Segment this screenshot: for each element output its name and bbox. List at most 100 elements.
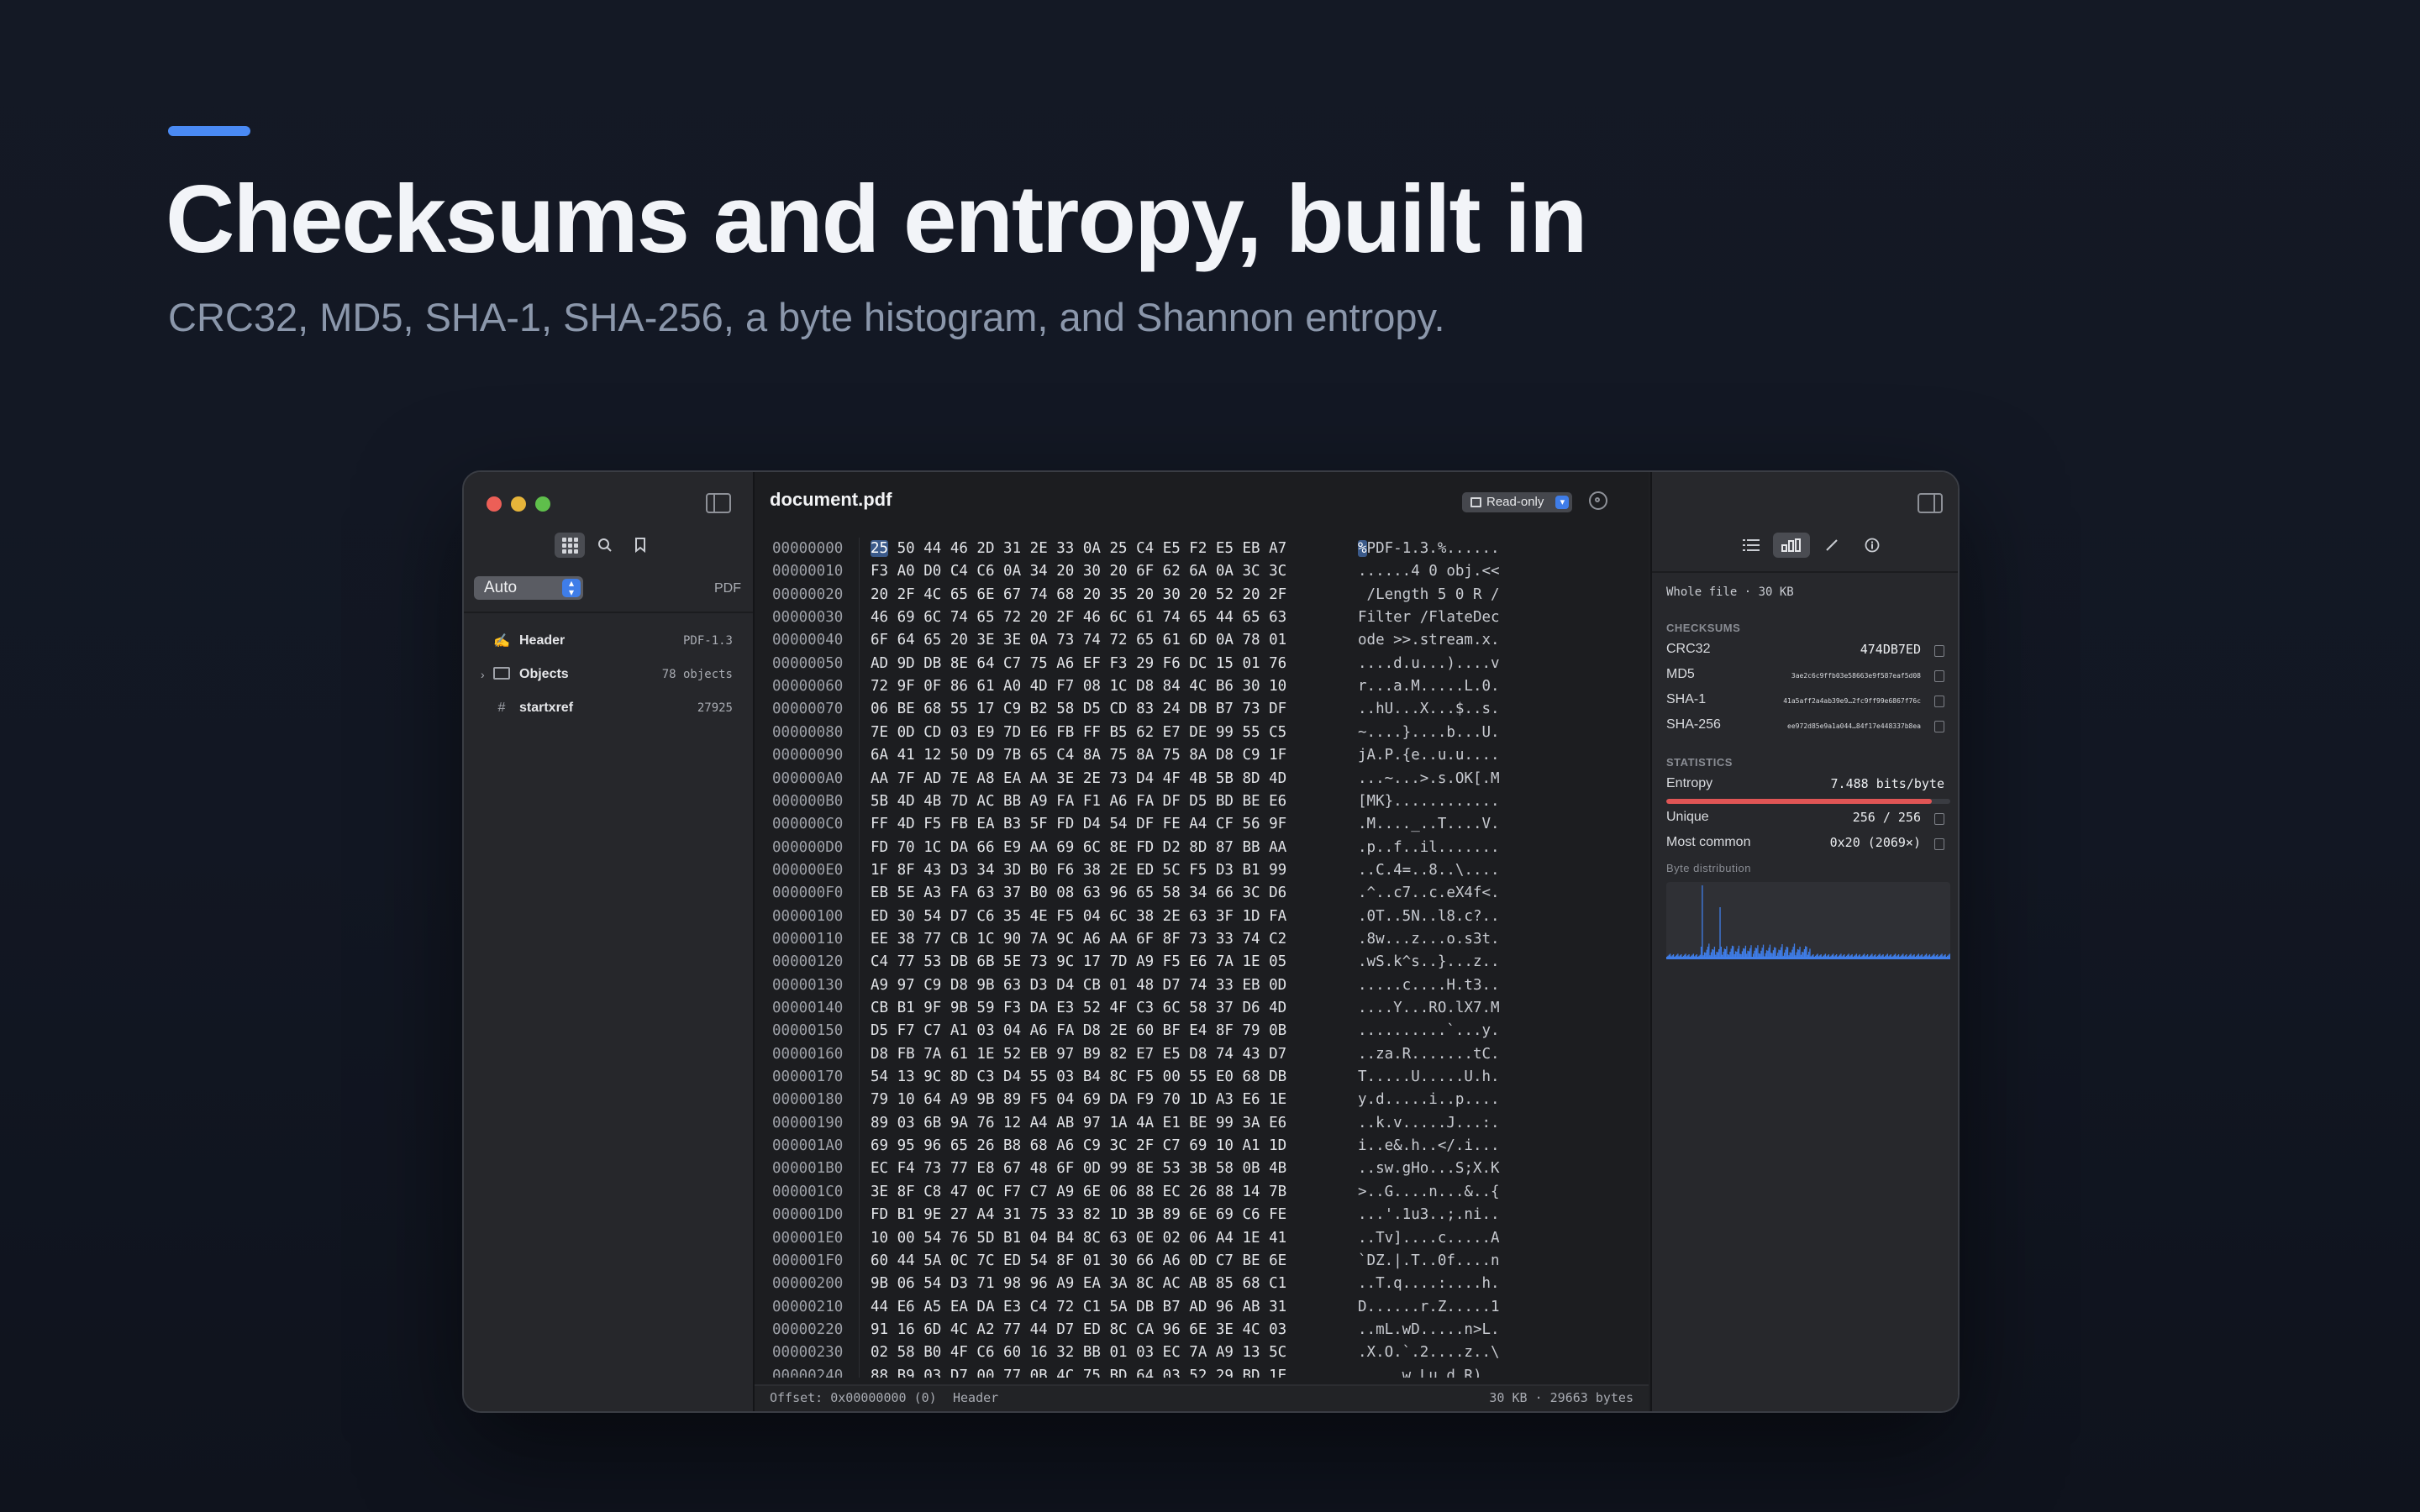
hex-row-bytes[interactable]: EE 38 77 CB 1C 90 7A 9C A6 AA 6F 8F 73 3… [871, 928, 1286, 951]
selected-byte[interactable]: 25 [871, 540, 889, 557]
copy-icon[interactable] [1934, 696, 1944, 707]
hex-row-bytes[interactable]: 60 44 5A 0C 7C ED 54 8F 01 30 66 A6 0D C… [871, 1250, 1286, 1273]
hex-row-bytes[interactable]: EB 5E A3 FA 63 37 B0 08 63 96 65 58 34 6… [871, 882, 1286, 905]
hex-row-bytes[interactable]: 7E 0D CD 03 E9 7D E6 FB FF B5 62 E7 DE 9… [871, 722, 1286, 744]
hex-row-ascii[interactable]: ..........`...y. [1358, 1020, 1500, 1042]
grid-icon[interactable] [555, 533, 585, 558]
hex-row-bytes[interactable]: 02 58 B0 4F C6 60 16 32 BB 01 03 EC 7A A… [871, 1341, 1286, 1364]
hex-row-ascii[interactable]: %PDF-1.3.%...... [1358, 538, 1500, 560]
hex-row-ascii[interactable]: Filter /FlateDec [1358, 606, 1500, 629]
hex-row-ascii[interactable]: jA.P.{e..u.u.... [1358, 744, 1500, 767]
hex-row-ascii[interactable]: ..k.v.....J...:. [1358, 1112, 1500, 1135]
hex-row-bytes[interactable]: 44 E6 A5 EA DA E3 C4 72 C1 5A DB B7 AD 9… [871, 1296, 1286, 1319]
hex-row-ascii[interactable]: T.....U.....U.h. [1358, 1066, 1500, 1089]
hex-row-bytes[interactable]: AD 9D DB 8E 64 C7 75 A6 EF F3 29 F6 DC 1… [871, 653, 1286, 675]
hex-row-ascii[interactable]: .....c....H.t3.. [1358, 974, 1500, 997]
hex-row-bytes[interactable]: 69 95 96 65 26 B8 68 A6 C9 3C 2F C7 69 1… [871, 1135, 1286, 1158]
hex-row-bytes[interactable]: FD B1 9E 27 A4 31 75 33 82 1D 3B 89 6E 6… [871, 1204, 1286, 1226]
hex-row-bytes[interactable]: 06 BE 68 55 17 C9 B2 58 D5 CD 83 24 DB B… [871, 698, 1286, 721]
tree-item-objects[interactable]: › Objects 78 objects [464, 659, 753, 690]
hex-row-ascii[interactable]: i..e&.h..</.i... [1358, 1135, 1500, 1158]
copy-icon[interactable] [1934, 721, 1944, 732]
hex-row-bytes[interactable]: D5 F7 C7 A1 03 04 A6 FA D8 2E 60 BF E4 8… [871, 1020, 1286, 1042]
hex-row-ascii[interactable]: ..za.R.......tC. [1358, 1043, 1500, 1066]
hex-row-ascii[interactable]: ..T.q....:....h. [1358, 1273, 1500, 1295]
hex-row-bytes[interactable]: 20 2F 4C 65 6E 67 74 68 20 35 20 30 20 5… [871, 584, 1286, 606]
inspector-toggle-icon[interactable] [1918, 493, 1943, 513]
hex-row-bytes[interactable]: 9B 06 54 D3 71 98 96 A9 EA 3A 8C AC AB 8… [871, 1273, 1286, 1295]
hex-row-bytes[interactable]: EC F4 73 77 E8 67 48 6F 0D 99 8E 53 3B 5… [871, 1158, 1286, 1180]
copy-icon[interactable] [1934, 645, 1944, 657]
list-icon[interactable] [1733, 533, 1770, 558]
zoom-window-button[interactable] [535, 496, 550, 512]
hex-row-ascii[interactable]: .....w.Lu.d.R)... [1358, 1365, 1508, 1378]
hex-row-bytes[interactable]: 79 10 64 A9 9B 89 F5 04 69 DA F9 70 1D A… [871, 1089, 1286, 1111]
hex-row-bytes[interactable]: 88 B9 03 D7 00 77 0B 4C 75 BD 64 03 52 2… [871, 1365, 1286, 1378]
hex-row-bytes[interactable]: FD 70 1C DA 66 E9 AA 69 6C 8E FD D2 8D 8… [871, 837, 1286, 859]
pen-icon[interactable] [1813, 533, 1850, 558]
hex-row-bytes[interactable]: 46 69 6C 74 65 72 20 2F 46 6C 61 74 65 4… [871, 606, 1286, 629]
access-mode-button[interactable]: Read-only ▾ [1462, 492, 1573, 512]
hex-row-bytes[interactable]: C4 77 53 DB 6B 5E 73 9C 17 7D A9 F5 E6 7… [871, 951, 1286, 974]
hex-row-bytes[interactable]: 1F 8F 43 D3 34 3D B0 F6 38 2E ED 5C F5 D… [871, 859, 1286, 882]
hex-row-ascii[interactable]: r...a.M.....L.0. [1358, 675, 1500, 698]
hex-row-bytes[interactable]: 10 00 54 76 5D B1 04 B4 8C 63 0E 02 06 A… [871, 1227, 1286, 1250]
gear-icon[interactable] [1589, 491, 1607, 510]
hex-row-ascii[interactable]: .8w...z...o.s3t. [1358, 928, 1500, 951]
hex-row-bytes[interactable]: 6A 41 12 50 D9 7B 65 C4 8A 75 8A 75 8A D… [871, 744, 1286, 767]
hex-row-ascii[interactable]: [MK}............ [1358, 790, 1500, 813]
hex-row-bytes[interactable]: F3 A0 D0 C4 C6 0A 34 20 30 20 6F 62 6A 0… [871, 560, 1286, 583]
hex-row-ascii[interactable]: ......4 0 obj.<< [1358, 560, 1500, 583]
hex-row-ascii[interactable]: >..G....n...&..{ [1358, 1181, 1500, 1204]
chevron-right-icon[interactable]: › [481, 668, 485, 681]
hex-row-ascii[interactable]: .0T..5N..l8.c?.. [1358, 906, 1500, 928]
hex-row-ascii[interactable]: ....Y...RO.lX7.M [1358, 997, 1500, 1020]
hex-row-bytes[interactable]: D8 FB 7A 61 1E 52 EB 97 B9 82 E7 E5 D8 7… [871, 1043, 1286, 1066]
bar-chart-icon[interactable] [1773, 533, 1810, 558]
hex-row-ascii[interactable]: ..hU...X...$..s. [1358, 698, 1500, 721]
hex-row-bytes[interactable]: 54 13 9C 8D C3 D4 55 03 B4 8C F5 00 55 E… [871, 1066, 1286, 1089]
hex-row-bytes[interactable]: 91 16 6D 4C A2 77 44 D7 ED 8C CA 96 6E 3… [871, 1319, 1286, 1341]
hex-grid[interactable]: 00000000 25 50 44 46 2D 31 2E 33 0A 25 C4… [755, 538, 1649, 1378]
hex-row-ascii[interactable]: .M...._..T....V. [1358, 813, 1500, 836]
selected-char[interactable]: % [1358, 540, 1367, 557]
info-icon[interactable] [1854, 533, 1891, 558]
hex-row-ascii[interactable]: .wS.k^s..}...z.. [1358, 951, 1500, 974]
hex-row-bytes[interactable]: A9 97 C9 D8 9B 63 D3 D4 CB 01 48 D7 74 3… [871, 974, 1286, 997]
hex-row-ascii[interactable]: ...~...>.s.OK[.M [1358, 768, 1500, 790]
hex-row-ascii[interactable]: ode >>.stream.x. [1358, 629, 1500, 652]
hex-row-bytes[interactable]: FF 4D F5 FB EA B3 5F FD D4 54 DF FE A4 C… [871, 813, 1286, 836]
hex-row-bytes[interactable]: 3E 8F C8 47 0C F7 C7 A9 6E 06 88 EC 26 8… [871, 1181, 1286, 1204]
hex-row-bytes[interactable]: 25 50 44 46 2D 31 2E 33 0A 25 C4 E5 F2 E… [871, 538, 1286, 560]
hex-row-ascii[interactable]: y.d.....i..p.... [1358, 1089, 1500, 1111]
template-select[interactable]: Auto ▴ ▾ [474, 576, 583, 600]
hex-row-bytes[interactable]: AA 7F AD 7E A8 EA AA 3E 2E 73 D4 4F 4B 5… [871, 768, 1286, 790]
hex-row-bytes[interactable]: 6F 64 65 20 3E 3E 0A 73 74 72 65 61 6D 0… [871, 629, 1286, 652]
hex-row-ascii[interactable]: ...'.1u3..;.ni.. [1358, 1204, 1500, 1226]
hex-row-ascii[interactable]: ..mL.wD.....n>L. [1358, 1319, 1500, 1341]
hex-row-ascii[interactable]: ~....}....b...U. [1358, 722, 1500, 744]
hex-row-ascii[interactable]: ..C.4=..8..\.... [1358, 859, 1500, 882]
tree-item-startxref[interactable]: # startxref 27925 [464, 693, 753, 723]
hex-row-bytes[interactable]: ED 30 54 D7 C6 35 4E F5 04 6C 38 2E 63 3… [871, 906, 1286, 928]
bookmark-icon[interactable] [625, 533, 655, 558]
copy-icon[interactable] [1934, 813, 1944, 825]
hex-row-ascii[interactable]: .p..f..il....... [1358, 837, 1500, 859]
search-icon[interactable] [590, 533, 620, 558]
hex-row-ascii[interactable]: .^..c7..c.eX4f<. [1358, 882, 1500, 905]
hex-row-ascii[interactable]: .X.O.`.2....z..\ [1358, 1341, 1500, 1364]
hex-row-ascii[interactable]: ..sw.gHo...S;X.K [1358, 1158, 1500, 1180]
hex-row-bytes[interactable]: 89 03 6B 9A 76 12 A4 AB 97 1A 4A E1 BE 9… [871, 1112, 1286, 1135]
hex-row-ascii[interactable]: `DZ.|.T..0f....n [1358, 1250, 1500, 1273]
hex-row-ascii[interactable]: D......r.Z.....1 [1358, 1296, 1500, 1319]
hex-row-ascii[interactable]: ..Tv]....c.....A [1358, 1227, 1500, 1250]
tree-item-header[interactable]: ✍ Header PDF-1.3 [464, 626, 753, 656]
close-window-button[interactable] [487, 496, 502, 512]
copy-icon[interactable] [1934, 670, 1944, 682]
hex-row-bytes[interactable]: CB B1 9F 9B 59 F3 DA E3 52 4F C3 6C 58 3… [871, 997, 1286, 1020]
hex-row-bytes[interactable]: 5B 4D 4B 7D AC BB A9 FA F1 A6 FA DF D5 B… [871, 790, 1286, 813]
hex-row-ascii[interactable]: ....d.u...)....v [1358, 653, 1500, 675]
hex-row-ascii[interactable]: /Length 5 0 R / [1358, 584, 1500, 606]
copy-icon[interactable] [1934, 838, 1944, 850]
sidebar-toggle-icon[interactable] [706, 493, 731, 513]
